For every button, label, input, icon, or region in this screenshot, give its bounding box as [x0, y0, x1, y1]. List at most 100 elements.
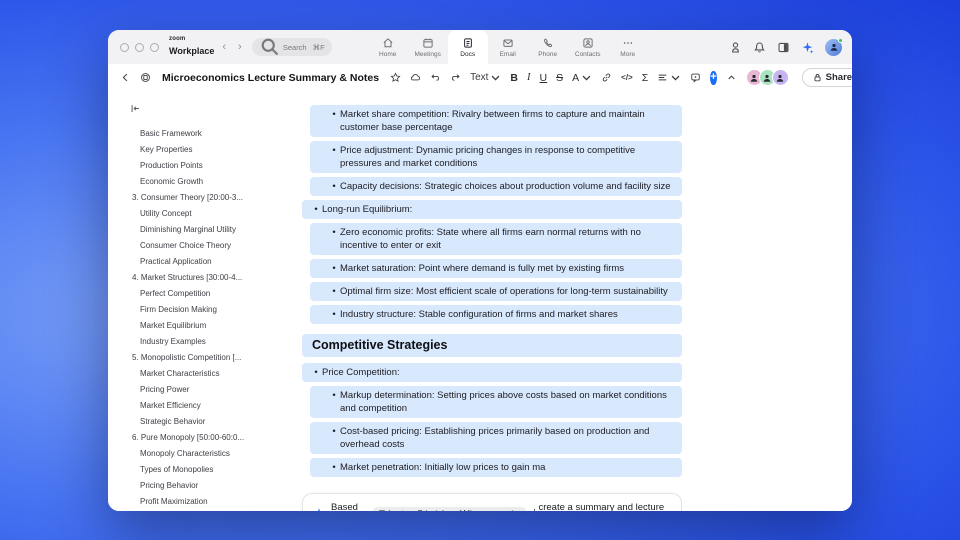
outline-item[interactable]: Basic Framework — [120, 125, 290, 141]
comment-icon[interactable] — [690, 72, 701, 83]
undo-icon[interactable] — [430, 72, 441, 83]
outline-item[interactable]: Economic Growth — [120, 173, 290, 189]
bullet-item[interactable]: • Zero economic profits: State where all … — [310, 223, 682, 255]
outline-item[interactable]: Consumer Choice Theory — [120, 237, 290, 253]
outline-item[interactable]: Industry Examples — [120, 333, 290, 349]
outline-item[interactable]: Diminishing Marginal Utility — [120, 221, 290, 237]
logo-workplace-text: Workplace — [169, 46, 215, 56]
bullet-item[interactable]: • Price adjustment: Dynamic pricing chang… — [310, 141, 682, 173]
collaborator-avatars[interactable] — [745, 69, 789, 86]
tab-email[interactable]: Email — [488, 30, 528, 64]
strikethrough-button[interactable]: S — [556, 72, 563, 84]
search-placeholder: Search — [282, 42, 307, 52]
window-controls[interactable] — [120, 42, 159, 52]
cloud-sync-icon[interactable] — [410, 72, 421, 83]
search-input[interactable]: Search ⌘F — [251, 38, 332, 56]
bullet-item[interactable]: • Market share competition: Rivalry betwe… — [310, 105, 682, 137]
collapse-outline-icon[interactable] — [120, 99, 290, 125]
outline-item[interactable]: Pricing Power — [120, 381, 290, 397]
back-button[interactable] — [120, 72, 131, 83]
outline-item[interactable]: Profit Maximization — [120, 493, 290, 509]
outline-item[interactable]: 5. Monopolistic Competition [... — [120, 349, 290, 365]
zoom-window-button[interactable] — [150, 42, 159, 52]
bold-button[interactable]: B — [510, 72, 518, 84]
nav-forward-icon[interactable]: › — [238, 41, 242, 53]
bullet-dot: • — [332, 145, 336, 156]
redo-icon[interactable] — [450, 72, 461, 83]
notifications-bell-icon[interactable] — [753, 41, 766, 54]
source-file-chip[interactable]: Lecture Principles of Microeconomics — [371, 507, 528, 511]
bullet-item[interactable]: • Cost-based pricing: Establishing prices… — [310, 422, 682, 454]
outline-item[interactable]: 4. Market Structures [30:00-4... — [120, 269, 290, 285]
minimize-window-button[interactable] — [135, 42, 144, 52]
outline-item[interactable]: Perfect Competition — [120, 285, 290, 301]
outline-item[interactable]: Practical Application — [120, 253, 290, 269]
bullet-item[interactable]: • Market saturation: Point where demand i… — [310, 259, 682, 278]
outline-item[interactable]: Production Points — [120, 157, 290, 173]
outline-item[interactable]: Utility Concept — [120, 205, 290, 221]
tab-home[interactable]: Home — [368, 30, 408, 64]
nav-back-icon[interactable]: ‹ — [222, 41, 226, 53]
outline-item[interactable]: Types of Monopolies — [120, 461, 290, 477]
bullet-item[interactable]: • Capacity decisions: Strategic choices a… — [310, 177, 682, 196]
bullet-item[interactable]: • Price Competition: — [302, 363, 682, 382]
collaborator-avatar[interactable] — [771, 69, 789, 86]
share-button[interactable]: Share — [801, 68, 852, 87]
ai-companion-icon[interactable] — [801, 41, 814, 54]
section-heading[interactable]: Competitive Strategies — [302, 334, 682, 357]
profile-avatar[interactable] — [825, 37, 843, 56]
search-icon — [261, 39, 278, 56]
outline-item[interactable]: 3. Consumer Theory [20:00-3... — [120, 189, 290, 205]
favorite-star-icon[interactable] — [390, 72, 401, 83]
tab-more[interactable]: More — [608, 30, 648, 64]
tab-docs[interactable]: Docs — [447, 30, 488, 64]
bullet-item[interactable]: • Market penetration: Initially low price… — [310, 458, 682, 477]
underline-button[interactable]: U — [540, 72, 548, 84]
formula-icon[interactable]: Σ — [642, 72, 649, 84]
contacts-icon — [583, 37, 593, 48]
outline-item[interactable]: Key Properties — [120, 141, 290, 157]
bullet-item[interactable]: • Optimal firm size: Most efficient scale… — [310, 282, 682, 301]
bullet-dot: • — [314, 204, 318, 215]
tab-phone[interactable]: Phone — [528, 30, 568, 64]
close-window-button[interactable] — [120, 42, 129, 52]
outline-item[interactable]: Market Efficiency — [120, 397, 290, 413]
outline-item[interactable]: Regulation Approaches — [120, 509, 290, 511]
insert-plus-button[interactable]: + — [710, 70, 717, 85]
search-shortcut: ⌘F — [312, 42, 325, 52]
bullet-text: Cost-based pricing: Establishing prices … — [340, 426, 650, 450]
collapse-toolbar-icon[interactable] — [726, 72, 737, 83]
bullet-dot: • — [332, 426, 336, 437]
side-panel-icon[interactable] — [777, 41, 790, 54]
docs-home-icon[interactable] — [140, 72, 151, 83]
document-title[interactable]: Microeconomics Lecture Summary & Notes — [162, 72, 379, 84]
document-blocks: • Market share competition: Rivalry betwe… — [302, 105, 682, 481]
tab-contacts[interactable]: Contacts — [568, 30, 608, 64]
bullet-dot: • — [332, 181, 336, 192]
outline-item[interactable]: Pricing Behavior — [120, 477, 290, 493]
outline-item[interactable]: Market Equilibrium — [120, 317, 290, 333]
align-dropdown[interactable] — [657, 72, 681, 83]
document-canvas[interactable]: • Market share competition: Rivalry betwe… — [290, 91, 682, 511]
bullet-dot: • — [332, 263, 336, 274]
app-topbar: zoom Workplace ‹ › Search ⌘F Home Meetin… — [108, 30, 852, 64]
link-icon[interactable] — [601, 72, 612, 83]
bullet-text: Optimal firm size: Most efficient scale … — [340, 286, 668, 297]
outline-item[interactable]: 6. Pure Monopoly [50:00-60:0... — [120, 429, 290, 445]
app-window: zoom Workplace ‹ › Search ⌘F Home Meetin… — [108, 30, 852, 511]
bullet-item[interactable]: • Long-run Equilibrium: — [302, 200, 682, 219]
assistant-icon[interactable] — [729, 41, 742, 54]
text-color-dropdown[interactable]: A — [572, 72, 592, 84]
code-icon[interactable]: </> — [621, 73, 633, 82]
outline-item[interactable]: Monopoly Characteristics — [120, 445, 290, 461]
text-style-dropdown[interactable]: Text — [470, 72, 501, 83]
italic-button[interactable]: I — [527, 72, 531, 83]
ai-companion-panel: Based on Lecture Principles of Microecon… — [302, 493, 682, 511]
bullet-item[interactable]: • Industry structure: Stable configuratio… — [310, 305, 682, 324]
bullet-item[interactable]: • Markup determination: Setting prices ab… — [310, 386, 682, 418]
outline-item[interactable]: Market Characteristics — [120, 365, 290, 381]
tab-meetings[interactable]: Meetings — [408, 30, 448, 64]
outline-item[interactable]: Firm Decision Making — [120, 301, 290, 317]
outline-item[interactable]: Strategic Behavior — [120, 413, 290, 429]
outline-sidebar: Basic Framework Key Properties Production … — [120, 91, 290, 511]
